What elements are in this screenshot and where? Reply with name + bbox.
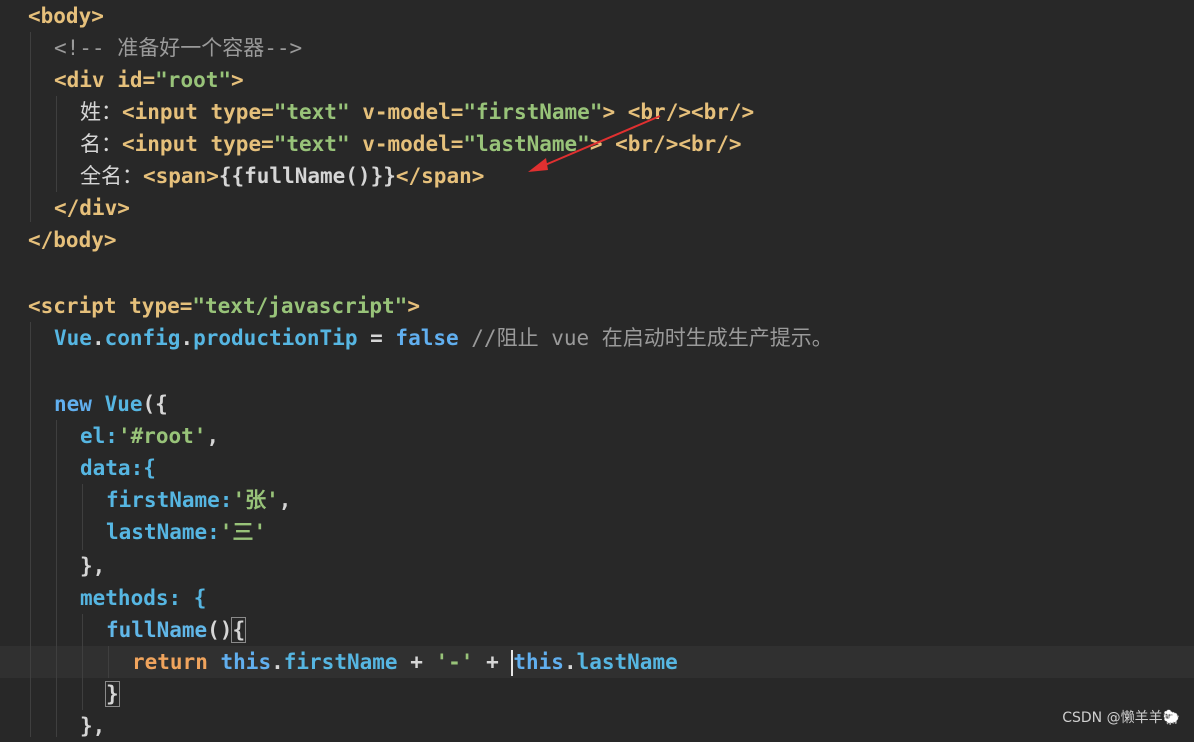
watermark: CSDN @懒羊羊🐑 xyxy=(1062,710,1180,726)
code-editor[interactable]: <body> <!-- 准备好一个容器--> <div id="root"> 姓… xyxy=(0,0,1194,738)
annotation-arrow-icon xyxy=(528,115,661,172)
